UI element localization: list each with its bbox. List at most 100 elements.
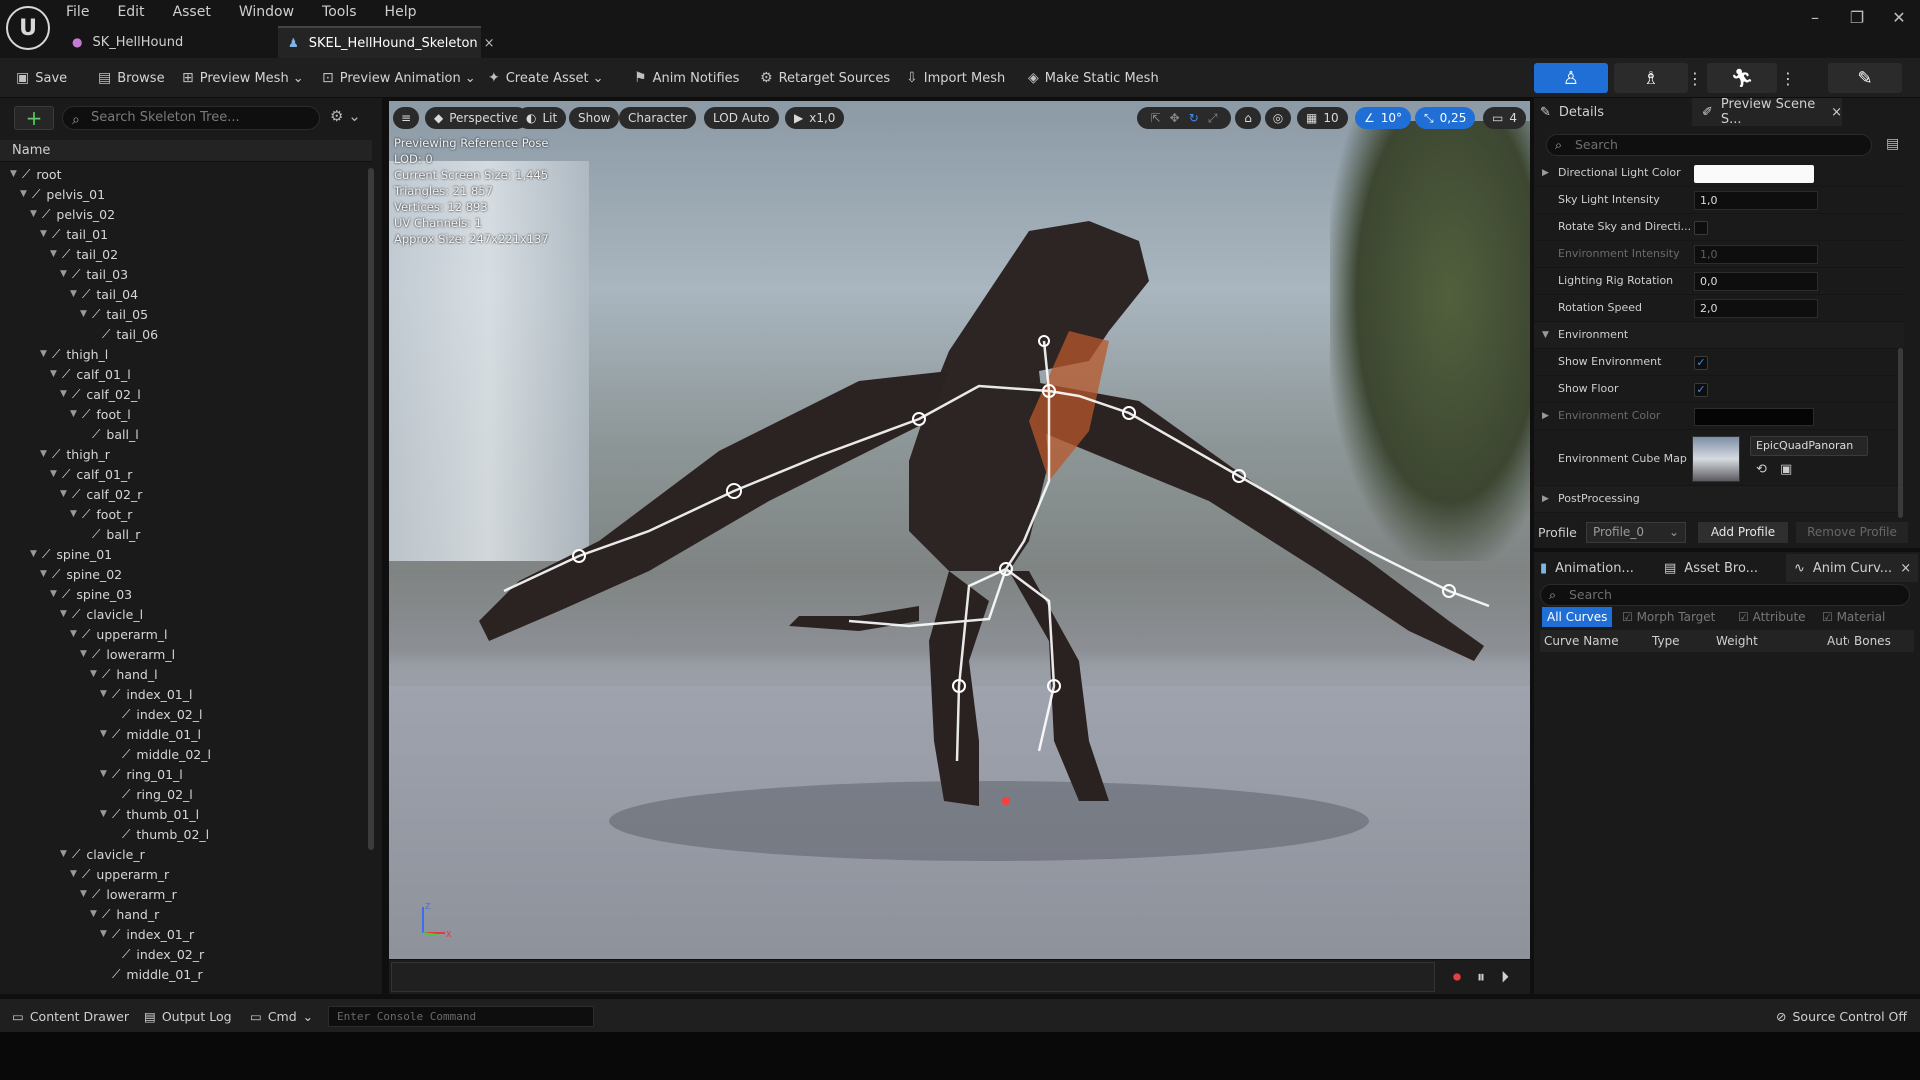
bone-row[interactable]: ▼ ⟋ clavicle_l: [0, 604, 370, 624]
preview-viewport[interactable]: ≡ ◆ Perspective ◐ Lit Show Character LOD A…: [389, 101, 1530, 959]
environment-intensity-field[interactable]: 1,0: [1694, 245, 1818, 264]
expand-arrow-icon[interactable]: ▼: [30, 209, 42, 219]
lighting-rig-rotation-field[interactable]: 0,0: [1694, 272, 1818, 291]
bone-row[interactable]: ▼ ⟋ upperarm_l: [0, 624, 370, 644]
rotation-speed-field[interactable]: 2,0: [1694, 299, 1818, 318]
add-button[interactable]: +: [14, 106, 54, 130]
expand-arrow-icon[interactable]: ▼: [40, 229, 52, 239]
bone-row[interactable]: ▼ ⟋ tail_02: [0, 244, 370, 264]
expand-arrow-icon[interactable]: ▼: [50, 469, 62, 479]
expand-arrow-icon[interactable]: ▼: [100, 729, 112, 739]
column-curve-name[interactable]: Curve Name: [1544, 634, 1619, 648]
bone-row[interactable]: ▼ ⟋ spine_02: [0, 564, 370, 584]
add-profile-button[interactable]: Add Profile: [1698, 522, 1788, 543]
bone-row[interactable]: ▼ ⟋ calf_02_l: [0, 384, 370, 404]
tab-preview-scene-settings[interactable]: ✐ Preview Scene S... ×: [1692, 97, 1842, 127]
unreal-logo-icon[interactable]: U: [6, 6, 50, 50]
menu-tools[interactable]: Tools: [322, 4, 357, 20]
expand-arrow-icon[interactable]: ▼: [60, 489, 72, 499]
column-auto[interactable]: Auto: [1827, 634, 1849, 648]
expand-arrow-icon[interactable]: ▼: [100, 809, 112, 819]
bone-row[interactable]: ⟋ index_02_r: [0, 944, 370, 964]
timeline-track[interactable]: [391, 962, 1435, 992]
section-post-processing[interactable]: ▶ PostProcessing: [1534, 486, 1904, 513]
retarget-sources-button[interactable]: ⚙ Retarget Sources: [760, 58, 890, 98]
profile-dropdown[interactable]: Profile_0 ⌄: [1586, 522, 1686, 543]
bone-row[interactable]: ▼ ⟋ tail_03: [0, 264, 370, 284]
expand-arrow-icon[interactable]: ▼: [80, 889, 92, 899]
filter-morph-target[interactable]: ☑ Morph Target: [1622, 610, 1715, 624]
bone-row[interactable]: ▼ ⟋ thigh_r: [0, 444, 370, 464]
bone-row[interactable]: ▼ ⟋ hand_l: [0, 664, 370, 684]
save-button[interactable]: ▣ Save: [16, 58, 67, 98]
use-selected-icon[interactable]: ⟲: [1756, 462, 1767, 477]
details-search-input[interactable]: ⌕ Search: [1546, 134, 1872, 156]
console-input[interactable]: Enter Console Command: [328, 1006, 594, 1027]
content-drawer-button[interactable]: ▭ Content Drawer: [12, 999, 129, 1033]
bone-row[interactable]: ▼ ⟋ index_01_l: [0, 684, 370, 704]
expand-arrow-icon[interactable]: ▼: [100, 689, 112, 699]
filter-attribute[interactable]: ☑ Attribute: [1738, 610, 1806, 624]
column-bones[interactable]: Bones: [1854, 634, 1891, 648]
expand-arrow-icon[interactable]: ▼: [40, 569, 52, 579]
expand-arrow-icon[interactable]: ▼: [60, 269, 72, 279]
color-swatch[interactable]: [1694, 165, 1814, 183]
expand-arrow-icon[interactable]: ▼: [20, 189, 32, 199]
expand-arrow-icon[interactable]: ▼: [70, 509, 82, 519]
column-type[interactable]: Type: [1652, 634, 1680, 648]
bone-row[interactable]: ▼ ⟋ root: [0, 164, 370, 184]
mesh-mode-button[interactable]: ♗: [1614, 63, 1688, 93]
scale-snap-button[interactable]: ⤡ 0,25: [1415, 107, 1476, 129]
scale-icon[interactable]: ⤢: [1208, 111, 1218, 126]
lit-button[interactable]: ◐ Lit: [517, 107, 567, 129]
rotate-sky-checkbox[interactable]: [1694, 221, 1708, 235]
filter-material[interactable]: ☑ Material: [1822, 610, 1885, 624]
select-icon[interactable]: ⇱: [1151, 111, 1161, 125]
bone-row[interactable]: ▼ ⟋ hand_r: [0, 904, 370, 924]
table-view-icon[interactable]: ▤: [1886, 136, 1899, 152]
more-options-icon[interactable]: ⋮: [1780, 58, 1796, 98]
menu-asset[interactable]: Asset: [173, 4, 211, 20]
preview-mesh-button[interactable]: ⊞ Preview Mesh ⌄: [182, 58, 304, 98]
bone-row[interactable]: ⟋ tail_06: [0, 324, 370, 344]
menu-edit[interactable]: Edit: [117, 4, 144, 20]
browse-asset-icon[interactable]: ▣: [1780, 462, 1792, 477]
curve-search-input[interactable]: ⌕ Search: [1540, 584, 1910, 606]
bone-row[interactable]: ▼ ⟋ foot_r: [0, 504, 370, 524]
character-button[interactable]: Character: [619, 107, 697, 129]
expand-arrow-icon[interactable]: ▼: [60, 609, 72, 619]
cube-map-thumbnail[interactable]: [1692, 436, 1740, 482]
section-environment[interactable]: ▼ Environment: [1534, 322, 1904, 349]
bone-row[interactable]: ▼ ⟋ calf_01_l: [0, 364, 370, 384]
expand-arrow-icon[interactable]: ▼: [10, 169, 22, 179]
bone-row[interactable]: ⟋ middle_02_l: [0, 744, 370, 764]
expand-arrow-icon[interactable]: ▼: [30, 549, 42, 559]
camera-speed-button[interactable]: ▭ 4: [1483, 107, 1526, 129]
expand-arrow-icon[interactable]: ▼: [40, 349, 52, 359]
tab-skeleton[interactable]: ♟ SKEL_HellHound_Skeleton ×: [278, 26, 495, 58]
expand-arrow-icon[interactable]: ▼: [60, 389, 72, 399]
expand-arrow-icon[interactable]: ▼: [70, 869, 82, 879]
tab-anim-curves[interactable]: ∿ Anim Curv... ×: [1786, 554, 1918, 582]
tab-animation[interactable]: ▮ Animation...: [1540, 554, 1660, 582]
expand-arrow-icon[interactable]: ▼: [70, 289, 82, 299]
pause-icon[interactable]: ⏸: [1477, 967, 1485, 987]
browse-button[interactable]: ▤ Browse: [98, 58, 165, 98]
expand-arrow-icon[interactable]: ▼: [60, 849, 72, 859]
skeleton-mode-button[interactable]: ♙: [1534, 63, 1608, 93]
bone-row[interactable]: ▼ ⟋ middle_01_l: [0, 724, 370, 744]
bone-row[interactable]: ▼ ⟋ spine_03: [0, 584, 370, 604]
expand-arrow-icon[interactable]: ▶: [1542, 494, 1549, 504]
bone-row[interactable]: ▼ ⟋ spine_01: [0, 544, 370, 564]
sky-light-intensity-field[interactable]: 1,0: [1694, 191, 1818, 210]
tab-skeletal-mesh[interactable]: ● SK_HellHound: [62, 26, 277, 58]
expand-arrow-icon[interactable]: ▼: [80, 649, 92, 659]
rotate-icon[interactable]: ↻: [1189, 111, 1199, 125]
bone-row[interactable]: ▼ ⟋ pelvis_01: [0, 184, 370, 204]
output-log-button[interactable]: ▤ Output Log: [144, 999, 232, 1033]
bone-row[interactable]: ⟋ ring_02_l: [0, 784, 370, 804]
menu-help[interactable]: Help: [385, 4, 417, 20]
filter-all-curves[interactable]: All Curves: [1542, 607, 1613, 627]
expand-arrow-icon[interactable]: ▼: [90, 669, 102, 679]
record-icon[interactable]: ⏺: [1453, 967, 1461, 987]
